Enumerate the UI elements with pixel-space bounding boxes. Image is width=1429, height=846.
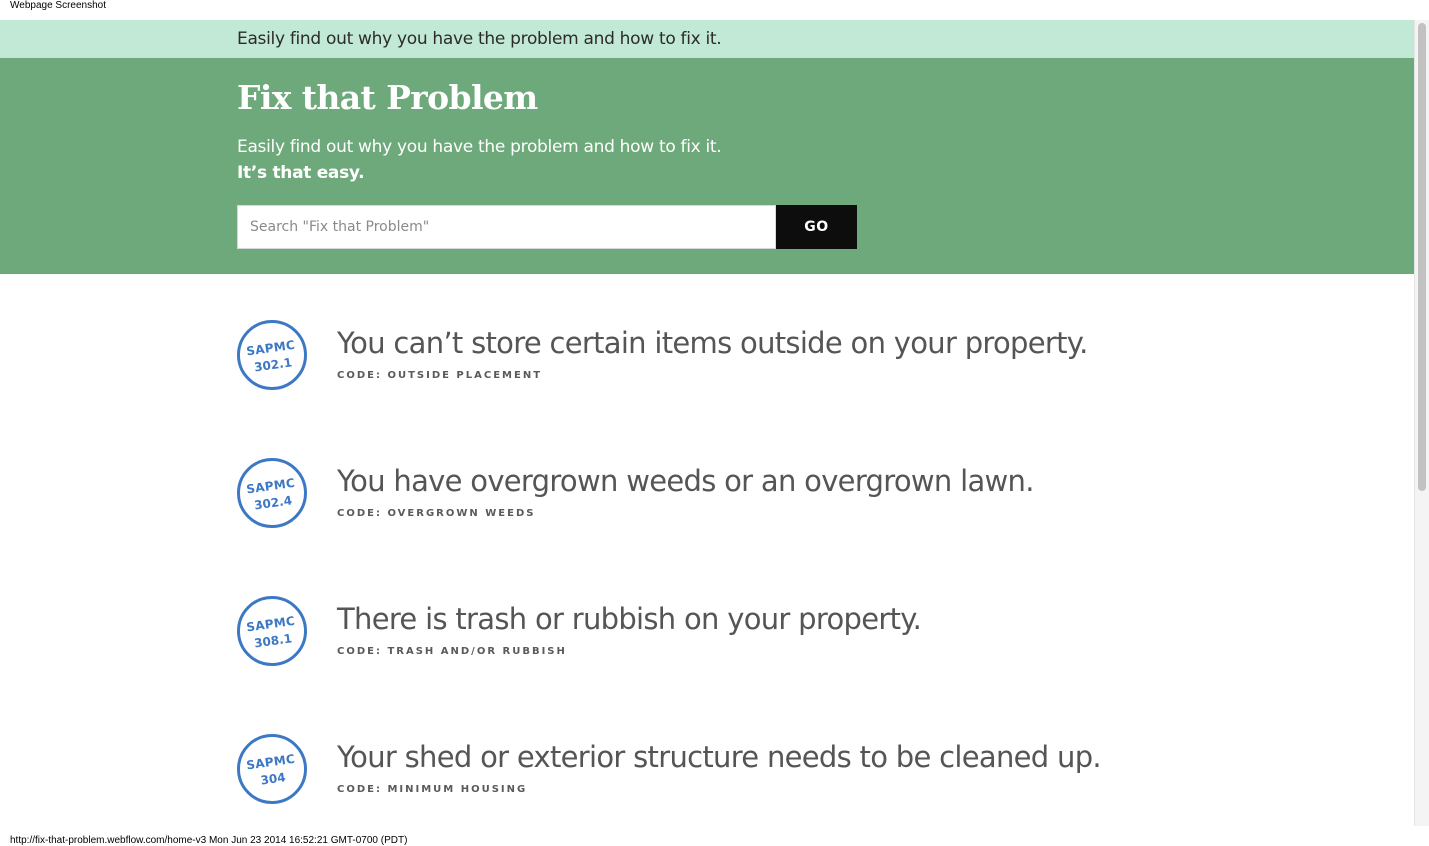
- problem-code: CODE: OUTSIDE PLACEMENT: [337, 370, 543, 381]
- code-badge: SAPMC 302.1: [237, 320, 307, 390]
- hero-section: Fix that Problem Easily find out why you…: [0, 58, 1414, 274]
- problem-title[interactable]: There is trash or rubbish on your proper…: [337, 602, 922, 636]
- screenshot-page: Webpage Screenshot Easily find out why y…: [0, 0, 1429, 846]
- problem-code: CODE: OVERGROWN WEEDS: [337, 508, 536, 519]
- problem-item-trash-rubbish[interactable]: SAPMC 308.1 There is trash or rubbish on…: [237, 596, 1237, 668]
- scrollbar-thumb[interactable]: [1418, 23, 1426, 491]
- capture-url-footer: http://fix-that-problem.webflow.com/home…: [10, 835, 408, 846]
- problem-item-outside-placement[interactable]: SAPMC 302.1 You can’t store certain item…: [237, 320, 1237, 392]
- go-button[interactable]: GO: [776, 205, 857, 249]
- top-banner-text: Easily find out why you have the problem…: [237, 29, 722, 49]
- page-title: Fix that Problem: [237, 78, 538, 117]
- problem-code: CODE: MINIMUM HOUSING: [337, 784, 528, 795]
- problem-code: CODE: TRASH AND/OR RUBBISH: [337, 646, 567, 657]
- vertical-scrollbar[interactable]: [1414, 20, 1429, 826]
- problem-title[interactable]: You have overgrown weeds or an overgrown…: [337, 464, 1034, 498]
- code-badge: SAPMC 304: [237, 734, 307, 804]
- problem-item-minimum-housing[interactable]: SAPMC 304 Your shed or exterior structur…: [237, 734, 1237, 806]
- hero-tagline: It’s that easy.: [237, 163, 365, 183]
- hero-subtitle: Easily find out why you have the problem…: [237, 137, 722, 157]
- search-input[interactable]: [237, 205, 776, 249]
- code-badge: SAPMC 308.1: [237, 596, 307, 666]
- top-banner: Easily find out why you have the problem…: [0, 20, 1414, 58]
- problem-title[interactable]: Your shed or exterior structure needs to…: [337, 740, 1102, 774]
- problem-item-overgrown-weeds[interactable]: SAPMC 302.4 You have overgrown weeds or …: [237, 458, 1237, 530]
- screenshot-label: Webpage Screenshot: [10, 0, 106, 11]
- problem-title[interactable]: You can’t store certain items outside on…: [337, 326, 1088, 360]
- code-badge: SAPMC 302.4: [237, 458, 307, 528]
- browser-viewport: Easily find out why you have the problem…: [0, 20, 1414, 826]
